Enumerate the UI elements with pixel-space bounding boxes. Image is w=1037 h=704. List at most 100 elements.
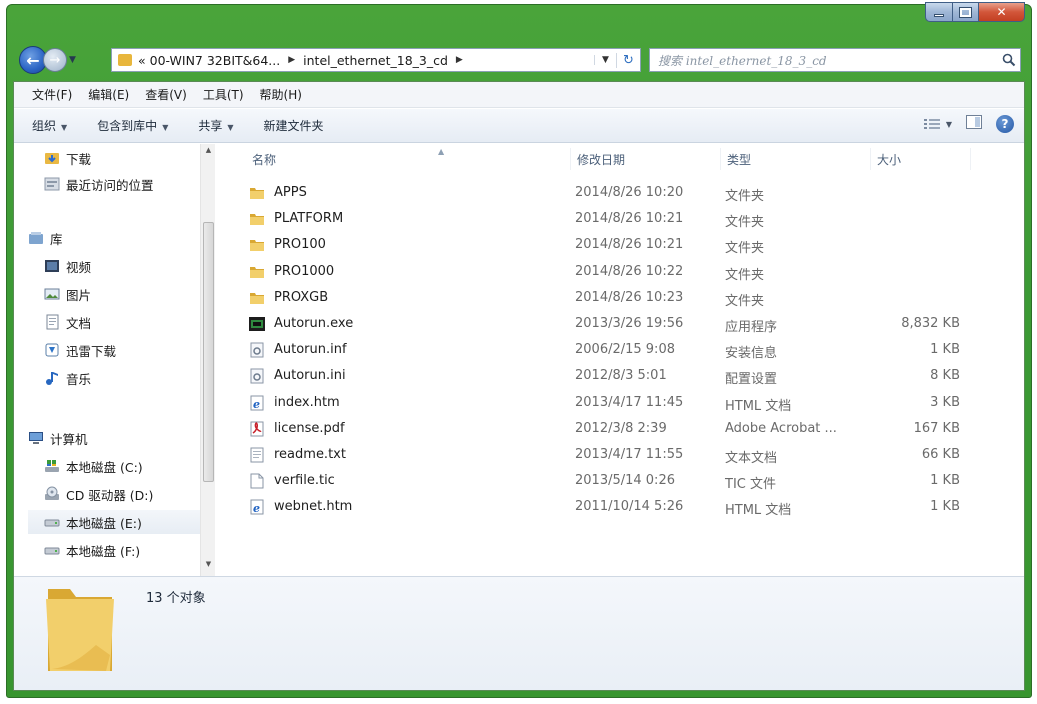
file-row[interactable]: PROXGB 2014/8/26 10:23 文件夹 xyxy=(248,285,988,311)
breadcrumb-parent[interactable]: « 00-WIN7 32BIT&64... xyxy=(138,53,280,68)
address-dropdown-icon[interactable]: ▼ xyxy=(594,55,616,65)
documents-library-icon xyxy=(44,314,60,330)
file-type: 文件夹 xyxy=(725,293,765,309)
column-size-label: 大小 xyxy=(877,152,902,167)
file-type: 安装信息 xyxy=(725,346,778,362)
breadcrumb-arrow-icon[interactable]: ▶ xyxy=(288,55,295,65)
sidebar-item-documents[interactable]: 文档 xyxy=(44,310,214,334)
scroll-down-icon[interactable]: ▼ xyxy=(201,560,216,574)
file-type: HTML 文档 xyxy=(725,398,792,414)
file-row[interactable]: readme.txt 2013/4/17 11:55 文本文档 66 KB xyxy=(248,442,988,468)
sidebar-item-videos[interactable]: 视频 xyxy=(44,254,214,278)
file-date-modified: 2014/8/26 10:22 xyxy=(575,263,684,279)
organize-label: 组织 xyxy=(32,119,57,133)
menu-edit[interactable]: 编辑(E) xyxy=(82,86,135,103)
forward-button[interactable]: → xyxy=(43,48,67,72)
column-type[interactable]: 类型 xyxy=(721,148,871,170)
recent-places-icon xyxy=(44,176,60,192)
file-row[interactable]: PRO1000 2014/8/26 10:22 文件夹 xyxy=(248,259,988,285)
file-row[interactable]: e webnet.htm 2011/10/14 5:26 HTML 文档 1 KB xyxy=(248,494,988,520)
address-bar[interactable]: « 00-WIN7 32BIT&64... ▶ intel_ethernet_1… xyxy=(111,48,641,72)
scroll-up-icon[interactable]: ▲ xyxy=(201,146,216,160)
file-row[interactable]: e index.htm 2013/4/17 11:45 HTML 文档 3 KB xyxy=(248,390,988,416)
include-in-library-button[interactable]: 包含到库中 ▼ xyxy=(97,117,168,134)
sidebar-item-drive-f[interactable]: 本地磁盘 (F:) xyxy=(44,538,214,562)
recent-pages-dropdown[interactable]: ▼ xyxy=(69,55,83,65)
thunder-download-icon xyxy=(44,342,60,358)
menu-view[interactable]: 查看(V) xyxy=(139,86,193,103)
file-row[interactable]: PRO100 2014/8/26 10:21 文件夹 xyxy=(248,232,988,258)
file-row[interactable]: APPS 2014/8/26 10:20 文件夹 xyxy=(248,180,988,206)
help-icon[interactable]: ? xyxy=(996,115,1014,133)
settings-file-icon xyxy=(248,367,266,385)
file-size: 3 KB xyxy=(930,394,960,410)
html-icon: e xyxy=(248,498,266,516)
sidebar-item-drive-e[interactable]: 本地磁盘 (E:) xyxy=(28,510,200,534)
menu-help[interactable]: 帮助(H) xyxy=(254,86,308,103)
generic-file-icon xyxy=(248,472,266,490)
sidebar-item-thunder-downloads[interactable]: 迅雷下载 xyxy=(44,338,214,362)
change-view-button[interactable]: ▼ xyxy=(923,118,952,130)
file-type: HTML 文档 xyxy=(725,503,792,519)
file-name: PLATFORM xyxy=(274,211,344,227)
scroll-thumb[interactable] xyxy=(203,222,214,482)
menu-bar: 文件(F) 编辑(E) 查看(V) 工具(T) 帮助(H) xyxy=(14,82,1024,108)
sidebar-item-music[interactable]: 音乐 xyxy=(44,366,214,390)
file-row[interactable]: Autorun.inf 2006/2/15 9:08 安装信息 1 KB xyxy=(248,337,988,363)
column-size[interactable]: 大小 xyxy=(871,148,971,170)
breadcrumb-current[interactable]: intel_ethernet_18_3_cd xyxy=(303,53,448,68)
column-date-modified[interactable]: 修改日期 xyxy=(571,148,721,170)
file-name: Autorun.exe xyxy=(274,316,354,331)
sidebar-item-pictures[interactable]: 图片 xyxy=(44,282,214,306)
refresh-icon[interactable]: ↻ xyxy=(616,52,640,68)
command-bar: 组织 ▼ 包含到库中 ▼ 共享 ▼ 新建文件夹 ▼ ? xyxy=(14,109,1024,143)
music-library-icon xyxy=(44,370,60,386)
file-date-modified: 2013/5/14 0:26 xyxy=(575,473,675,489)
sidebar-item-label: 音乐 xyxy=(66,371,92,387)
close-button[interactable]: ✕ xyxy=(979,2,1025,22)
sidebar-item-recent-places[interactable]: 最近访问的位置 xyxy=(44,172,214,196)
file-row[interactable]: license.pdf 2012/3/8 2:39 Adobe Acrobat ..… xyxy=(248,416,988,442)
minimize-button[interactable] xyxy=(925,2,952,22)
file-name: PROXGB xyxy=(274,289,329,305)
file-name: readme.txt xyxy=(274,447,346,462)
file-date-modified: 2014/8/26 10:20 xyxy=(575,185,684,200)
preview-pane-button[interactable] xyxy=(966,115,982,133)
file-type: 文件夹 xyxy=(725,241,765,257)
html-icon: e xyxy=(248,394,266,412)
folder-icon xyxy=(118,54,132,66)
new-folder-button[interactable]: 新建文件夹 xyxy=(264,117,324,134)
menu-file[interactable]: 文件(F) xyxy=(26,86,78,103)
file-size: 66 KB xyxy=(921,447,960,462)
sidebar-item-drive-c[interactable]: 本地磁盘 (C:) xyxy=(44,454,214,478)
navigation-bar: ← → ▼ « 00-WIN7 32BIT&64... ▶ intel_ethe… xyxy=(13,45,1025,75)
file-row[interactable]: Autorun.exe 2013/3/26 19:56 应用程序 8,832 KB xyxy=(248,311,988,337)
file-type: 配置设置 xyxy=(725,372,778,388)
sidebar-item-label: 文档 xyxy=(66,315,92,331)
navigation-pane-scrollbar[interactable]: ▲ ▼ xyxy=(200,144,215,576)
sidebar-item-computer[interactable]: 计算机 xyxy=(28,426,212,450)
sidebar-item-drive-d[interactable]: CD 驱动器 (D:) xyxy=(44,482,214,506)
file-name: APPS xyxy=(274,185,307,200)
local-drive-icon xyxy=(44,514,60,530)
file-row[interactable]: verfile.tic 2013/5/14 0:26 TIC 文件 1 KB xyxy=(248,468,988,494)
menu-tools[interactable]: 工具(T) xyxy=(197,86,250,103)
file-row[interactable]: PLATFORM 2014/8/26 10:21 文件夹 xyxy=(248,206,988,232)
share-button[interactable]: 共享 ▼ xyxy=(198,117,233,134)
search-input[interactable]: 搜索 intel_ethernet_18_3_cd xyxy=(650,52,998,69)
sidebar-item-downloads[interactable]: 下载 xyxy=(44,146,214,170)
sidebar-item-libraries[interactable]: 库 xyxy=(28,226,212,250)
file-name: verfile.tic xyxy=(274,473,335,489)
file-row[interactable]: Autorun.ini 2012/8/3 5:01 配置设置 8 KB xyxy=(248,363,988,389)
search-box[interactable]: 搜索 intel_ethernet_18_3_cd xyxy=(649,48,1021,72)
organize-button[interactable]: 组织 ▼ xyxy=(32,117,67,134)
maximize-button[interactable] xyxy=(952,2,979,22)
breadcrumb-arrow-icon[interactable]: ▶ xyxy=(456,55,463,65)
sidebar-item-label: 本地磁盘 (E:) xyxy=(66,515,142,531)
file-size: 167 KB xyxy=(913,420,960,436)
item-count: 13 个对象 xyxy=(146,591,206,606)
search-icon[interactable] xyxy=(998,49,1020,71)
column-name[interactable]: 名称 ▲ xyxy=(246,147,571,170)
file-size: 1 KB xyxy=(930,473,960,489)
file-type: TIC 文件 xyxy=(725,477,776,493)
